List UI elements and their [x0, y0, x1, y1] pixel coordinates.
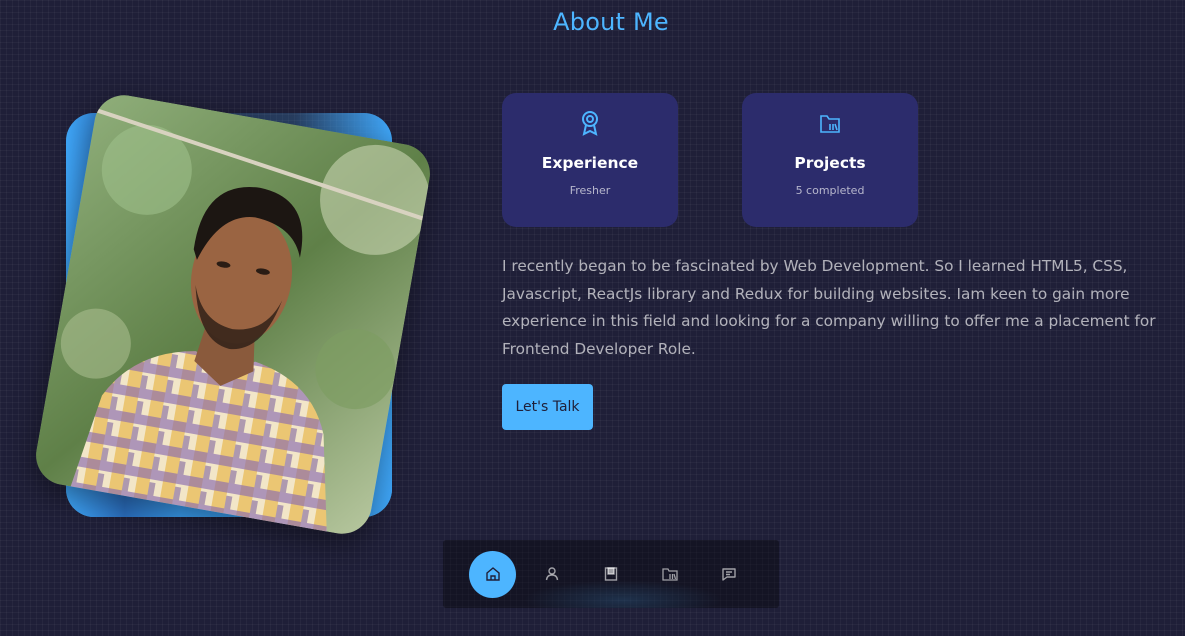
message-icon: [721, 568, 736, 581]
section-title: About Me: [553, 8, 669, 36]
experience-card: Experience Fresher: [502, 93, 678, 227]
book-icon: [604, 567, 617, 581]
profile-photo: [31, 90, 435, 539]
nav-about[interactable]: [528, 551, 575, 598]
experience-subtitle: Fresher: [569, 184, 611, 197]
nav-home[interactable]: [469, 550, 516, 598]
experience-title: Experience: [541, 154, 639, 172]
nav-contact[interactable]: [705, 551, 752, 598]
home-icon: [485, 567, 500, 581]
nav-portfolio[interactable]: [646, 551, 693, 598]
bottom-nav: [443, 540, 779, 608]
projects-title: Projects: [794, 154, 866, 172]
nav-experience[interactable]: [587, 551, 634, 598]
user-icon: [545, 567, 558, 581]
about-paragraph: I recently began to be fascinated by Web…: [502, 257, 1156, 358]
award-icon: [582, 111, 598, 136]
folder-icon: [820, 115, 840, 133]
folder-icon: [661, 568, 678, 581]
lets-talk-button[interactable]: Let's Talk: [502, 384, 593, 430]
projects-subtitle: 5 completed: [795, 184, 865, 197]
projects-card: Projects 5 completed: [742, 93, 918, 227]
profile-photo-block: [30, 85, 435, 545]
